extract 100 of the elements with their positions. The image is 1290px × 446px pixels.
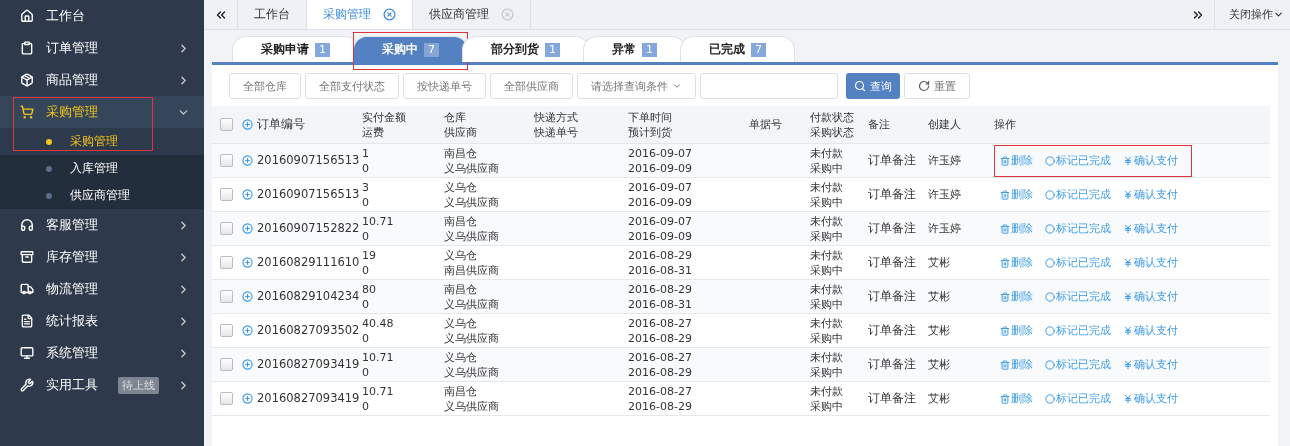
table-cell: 2016-09-07 2016-09-09: [628, 213, 692, 244]
action-link[interactable]: 删除: [1000, 221, 1033, 236]
checkbox[interactable]: [220, 290, 233, 303]
table-cell: 南昌仓 义乌供应商: [444, 383, 499, 414]
condition-select[interactable]: 请选择查询条件: [577, 73, 696, 99]
sidebar-item[interactable]: 采购管理: [0, 96, 204, 128]
yen-icon: [1123, 291, 1133, 302]
table-cell: 艾彬: [928, 391, 950, 406]
table-cell: 未付款 采购中: [810, 145, 843, 176]
trash-icon: [1000, 257, 1010, 268]
action-link[interactable]: 删除: [1000, 289, 1033, 304]
circle-icon: [1045, 291, 1055, 302]
action-link[interactable]: 标记已完成: [1045, 391, 1111, 406]
action-link[interactable]: 标记已完成: [1045, 289, 1111, 304]
page-tab[interactable]: 供应商管理: [413, 0, 531, 29]
plus-icon: [242, 325, 253, 336]
action-link[interactable]: 删除: [1000, 255, 1033, 270]
order-number[interactable]: 20160827093419: [242, 391, 360, 406]
action-link[interactable]: 删除: [1000, 187, 1033, 202]
sidebar-item[interactable]: 统计报表: [0, 305, 204, 337]
sidebar-item[interactable]: 库存管理: [0, 241, 204, 273]
yen-icon: [1123, 359, 1133, 370]
checkbox[interactable]: [220, 188, 233, 201]
table-cell: 义乌仓 南昌供应商: [444, 247, 499, 278]
order-number[interactable]: 20160829111610: [242, 255, 360, 270]
page-tab[interactable]: 采购管理: [307, 0, 413, 29]
count-badge: 7: [751, 42, 766, 57]
yen-icon: [1123, 393, 1133, 404]
action-link[interactable]: 删除: [1000, 323, 1033, 338]
sidebar-item[interactable]: 物流管理: [0, 273, 204, 305]
plus-icon: [242, 359, 253, 370]
checkbox[interactable]: [220, 222, 233, 235]
reset-button[interactable]: 重置: [904, 73, 970, 99]
action-link[interactable]: 标记已完成: [1045, 153, 1111, 168]
action-link[interactable]: 删除: [1000, 357, 1033, 372]
table-cell: 2016-08-27 2016-08-29: [628, 315, 692, 346]
column-header: 付款状态 采购状态: [810, 109, 854, 140]
table-cell: 2016-09-07 2016-09-09: [628, 179, 692, 210]
checkbox[interactable]: [220, 256, 233, 269]
sidebar-item[interactable]: 工作台: [0, 0, 204, 32]
order-number[interactable]: 20160907152822: [242, 221, 360, 236]
order-number[interactable]: 20160907156513: [242, 187, 360, 202]
circle-icon: [1045, 155, 1055, 166]
action-link[interactable]: 标记已完成: [1045, 255, 1111, 270]
action-link[interactable]: 标记已完成: [1045, 357, 1111, 372]
action-link[interactable]: 确认支付: [1123, 221, 1178, 236]
action-link[interactable]: 标记已完成: [1045, 323, 1111, 338]
checkbox[interactable]: [220, 392, 233, 405]
yen-icon: [1123, 223, 1133, 234]
sidebar-item[interactable]: 系统管理: [0, 337, 204, 369]
action-link[interactable]: 确认支付: [1123, 323, 1178, 338]
order-number[interactable]: 20160827093419: [242, 357, 360, 372]
search-button[interactable]: 查询: [846, 73, 900, 99]
close-menu[interactable]: 关闭操作: [1215, 0, 1290, 29]
sidebar-subitem[interactable]: 入库管理: [0, 155, 204, 182]
table-cell: 2016-08-27 2016-08-29: [628, 349, 692, 380]
action-link[interactable]: 删除: [1000, 391, 1033, 406]
order-number[interactable]: 20160829104234: [242, 289, 360, 304]
table-cell: 订单备注: [868, 357, 916, 372]
checkbox[interactable]: [220, 358, 233, 371]
action-link[interactable]: 确认支付: [1123, 255, 1178, 270]
plus-icon: [242, 291, 253, 302]
action-link[interactable]: 确认支付: [1123, 153, 1178, 168]
action-link[interactable]: 标记已完成: [1045, 221, 1111, 236]
caret-icon: [1273, 9, 1284, 20]
truck-icon: [20, 282, 34, 296]
filter-button[interactable]: 全部支付状态: [305, 73, 399, 99]
table-cell: 义乌仓 义乌供应商: [444, 315, 499, 346]
table-cell: 19 0: [362, 247, 376, 278]
sidebar-item[interactable]: 订单管理: [0, 32, 204, 64]
sidebar-item[interactable]: 实用工具 待上线: [0, 369, 204, 401]
checkbox[interactable]: [220, 118, 233, 131]
table-cell: 艾彬: [928, 323, 950, 338]
order-number[interactable]: 20160907156513: [242, 153, 360, 168]
table-cell: 订单备注: [868, 323, 916, 338]
filter-button[interactable]: 全部供应商: [490, 73, 573, 99]
checkbox[interactable]: [220, 154, 233, 167]
table-cell: 许玉婷: [928, 153, 961, 168]
filter-button[interactable]: 按快递单号: [403, 73, 486, 99]
order-number[interactable]: 20160827093502: [242, 323, 360, 338]
sidebar-item[interactable]: 客服管理: [0, 209, 204, 241]
plus-icon: [242, 223, 253, 234]
action-link[interactable]: 确认支付: [1123, 187, 1178, 202]
status-tab[interactable]: 已完成 7: [680, 36, 795, 62]
table-cell: 未付款 采购中: [810, 179, 843, 210]
filter-button[interactable]: 全部仓库: [229, 73, 301, 99]
action-link[interactable]: 标记已完成: [1045, 187, 1111, 202]
circle-icon: [1045, 393, 1055, 404]
sidebar-subitem[interactable]: 采购管理: [0, 128, 204, 155]
action-link[interactable]: 删除: [1000, 153, 1033, 168]
action-link[interactable]: 确认支付: [1123, 289, 1178, 304]
action-link[interactable]: 确认支付: [1123, 391, 1178, 406]
column-header: 单据号: [748, 117, 782, 132]
action-link[interactable]: 确认支付: [1123, 357, 1178, 372]
sidebar-subitem[interactable]: 供应商管理: [0, 182, 204, 209]
checkbox[interactable]: [220, 324, 233, 337]
caret-icon: [672, 81, 682, 91]
table-cell: 40.48 0: [362, 315, 394, 346]
search-field[interactable]: [700, 73, 838, 99]
sidebar-item[interactable]: 商品管理: [0, 64, 204, 96]
